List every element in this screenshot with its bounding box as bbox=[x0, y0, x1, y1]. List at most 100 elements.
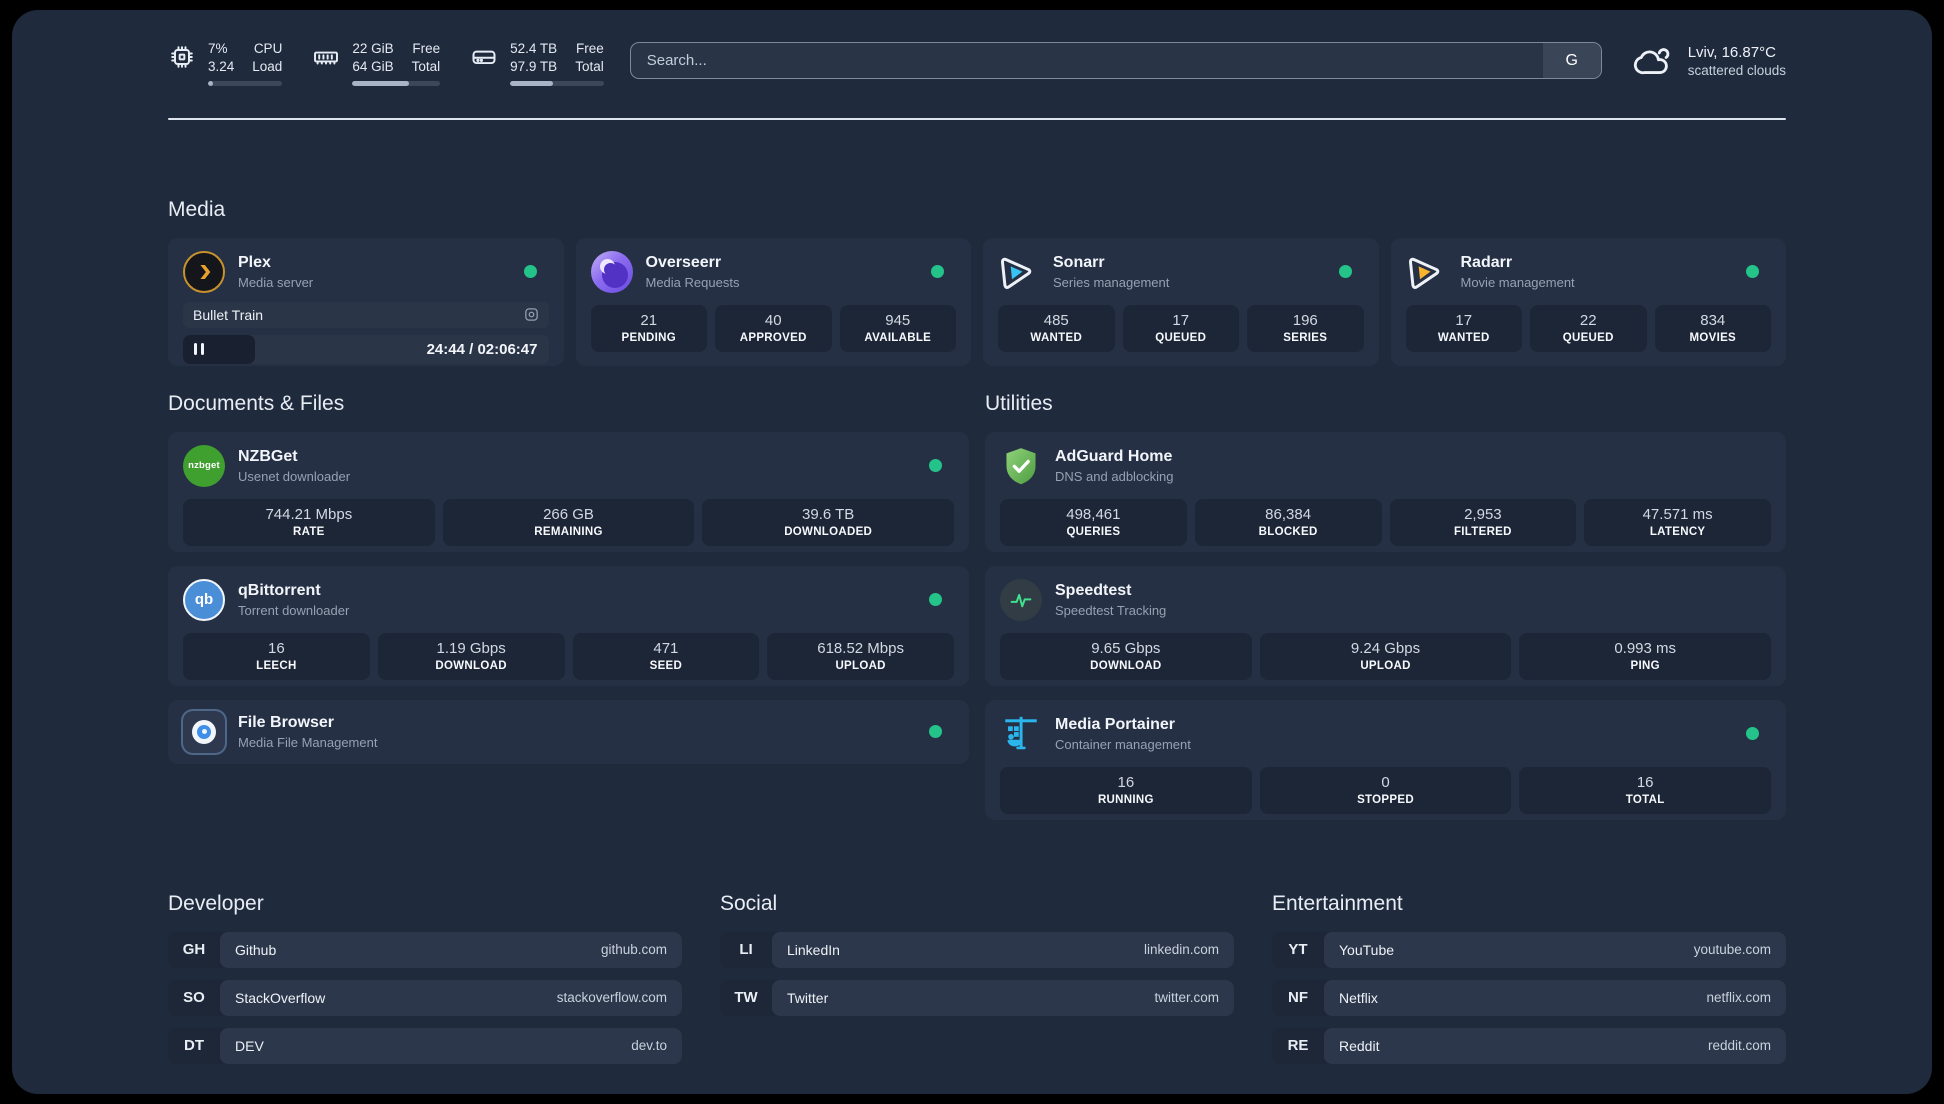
status-dot-online bbox=[929, 593, 942, 607]
bookmark-abbr: TW bbox=[734, 989, 758, 1007]
bookmark-abbr: SO bbox=[183, 989, 205, 1007]
qbittorrent-icon: qb bbox=[183, 578, 225, 621]
bookmark-url: netflix.com bbox=[1706, 990, 1771, 1006]
bookmark-column-social: Social LI LinkedIn linkedin.com TW Twitt… bbox=[720, 892, 1234, 1064]
bookmark-url: reddit.com bbox=[1707, 1038, 1771, 1054]
bookmark-reddit[interactable]: RE Reddit reddit.com bbox=[1272, 1027, 1786, 1064]
nzbget-icon: nzbget bbox=[183, 444, 225, 487]
cloud-icon bbox=[1632, 40, 1674, 82]
app-card-nzbget[interactable]: nzbget NZBGet Usenet downloader 744.21 M… bbox=[168, 431, 969, 552]
app-desc: Movie management bbox=[1460, 275, 1575, 291]
stat-approved: 40 APPROVED bbox=[715, 304, 832, 352]
bookmark-abbr: YT bbox=[1288, 941, 1308, 959]
weather-condition: scattered clouds bbox=[1687, 63, 1786, 78]
portainer-icon bbox=[1000, 713, 1042, 755]
app-name: AdGuard Home bbox=[1055, 448, 1173, 466]
cpu-values: 7% 3.24 bbox=[208, 41, 235, 74]
app-desc: Usenet downloader bbox=[238, 469, 351, 485]
bookmark-name: Github bbox=[235, 941, 277, 958]
disk-labels: Free Total bbox=[575, 41, 604, 74]
search-bar: G bbox=[629, 42, 1602, 79]
stat-blocked: 86,384 BLOCKED bbox=[1194, 498, 1382, 546]
plex-playback-progress: 24:44 / 02:06:47 bbox=[183, 334, 549, 364]
dashboard-panel: 7% 3.24 CPU Load 22 GiB 64 GiB Free Tota… bbox=[12, 10, 1932, 1094]
documents-column: Documents & Files nzbget NZBGet Usenet d… bbox=[168, 392, 969, 820]
app-desc: Torrent downloader bbox=[238, 603, 350, 619]
bookmark-github[interactable]: GH Github github.com bbox=[168, 931, 682, 968]
bookmark-youtube[interactable]: YT YouTube youtube.com bbox=[1272, 931, 1786, 968]
weather-location-temp: Lviv, 16.87°C bbox=[1687, 44, 1776, 61]
app-name: NZBGet bbox=[238, 448, 298, 466]
status-dot-online bbox=[1746, 265, 1759, 279]
bookmark-stackoverflow[interactable]: SO StackOverflow stackoverflow.com bbox=[168, 979, 682, 1016]
app-card-sonarr[interactable]: Sonarr Series management 485 WANTED 17 Q… bbox=[983, 237, 1379, 366]
bookmark-abbr: NF bbox=[1288, 989, 1308, 1007]
bookmark-linkedin[interactable]: LI LinkedIn linkedin.com bbox=[720, 931, 1234, 968]
app-name: Radarr bbox=[1460, 254, 1513, 272]
bookmark-dev[interactable]: DT DEV dev.to bbox=[168, 1027, 682, 1064]
media-grid: Plex Media server Bullet Train 24:44 / 0… bbox=[168, 237, 1786, 366]
stat-download: 9.65 Gbps DOWNLOAD bbox=[1000, 632, 1252, 680]
search-input[interactable] bbox=[630, 43, 1543, 78]
status-dot-online bbox=[931, 265, 944, 279]
app-name: Sonarr bbox=[1053, 254, 1105, 272]
plex-session-row: Bullet Train bbox=[183, 301, 549, 328]
app-name: qBittorrent bbox=[238, 582, 321, 600]
stat-queued: 22 QUEUED bbox=[1530, 304, 1647, 352]
stat-queued: 17 QUEUED bbox=[1122, 304, 1239, 352]
bookmark-name: Reddit bbox=[1339, 1037, 1380, 1054]
pause-icon[interactable] bbox=[194, 343, 204, 356]
app-card-filebrowser[interactable]: File Browser Media File Management bbox=[168, 699, 969, 764]
weather-widget[interactable]: Lviv, 16.87°C scattered clouds bbox=[1632, 40, 1786, 82]
bookmark-name: Netflix bbox=[1339, 989, 1378, 1006]
bookmark-abbr: RE bbox=[1287, 1037, 1309, 1055]
app-card-radarr[interactable]: Radarr Movie management 17 WANTED 22 QUE… bbox=[1390, 237, 1786, 366]
bookmark-url: stackoverflow.com bbox=[556, 990, 667, 1006]
bookmark-name: StackOverflow bbox=[235, 989, 326, 1006]
cpu-icon bbox=[168, 43, 196, 71]
bookmark-netflix[interactable]: NF Netflix netflix.com bbox=[1272, 979, 1786, 1016]
cpu-stat: 7% 3.24 CPU Load bbox=[168, 40, 283, 86]
app-name: Plex bbox=[238, 254, 271, 272]
app-card-adguard[interactable]: AdGuard Home DNS and adblocking 498,461 … bbox=[985, 431, 1786, 552]
bookmark-name: DEV bbox=[235, 1037, 264, 1054]
app-card-speedtest[interactable]: Speedtest Speedtest Tracking 9.65 Gbps D… bbox=[985, 565, 1786, 686]
app-desc: Media Requests bbox=[645, 275, 740, 291]
bookmark-twitter[interactable]: TW Twitter twitter.com bbox=[720, 979, 1234, 1016]
stat-upload: 9.24 Gbps UPLOAD bbox=[1259, 632, 1512, 680]
radarr-icon bbox=[1406, 251, 1448, 293]
app-card-plex[interactable]: Plex Media server Bullet Train 24:44 / 0… bbox=[168, 237, 564, 366]
bookmarks-area: Developer GH Github github.com SO StackO… bbox=[168, 892, 1786, 1064]
bookmark-url: youtube.com bbox=[1693, 942, 1771, 958]
bookmark-abbr: LI bbox=[739, 941, 753, 959]
system-stats: 7% 3.24 CPU Load 22 GiB 64 GiB Free Tota… bbox=[168, 40, 604, 86]
bookmark-column-developer: Developer GH Github github.com SO StackO… bbox=[168, 892, 682, 1064]
memory-stat: 22 GiB 64 GiB Free Total bbox=[312, 40, 441, 86]
session-device-icon bbox=[523, 306, 540, 323]
bookmark-url: twitter.com bbox=[1154, 990, 1219, 1006]
section-heading-developer: Developer bbox=[168, 891, 264, 915]
session-title: Bullet Train bbox=[193, 306, 264, 323]
app-card-portainer[interactable]: Media Portainer Container management 16 … bbox=[985, 699, 1786, 820]
cpu-labels: CPU Load bbox=[252, 41, 283, 74]
session-time: 24:44 / 02:06:47 bbox=[426, 340, 538, 358]
memory-progress-bar bbox=[352, 80, 441, 86]
app-desc: Series management bbox=[1053, 275, 1170, 291]
stat-latency: 47.571 ms LATENCY bbox=[1584, 498, 1771, 546]
bookmark-name: YouTube bbox=[1339, 941, 1395, 958]
memory-values: 22 GiB 64 GiB bbox=[352, 41, 394, 74]
app-card-overseerr[interactable]: Overseerr Media Requests 21 PENDING 40 A… bbox=[575, 237, 971, 366]
memory-labels: Free Total bbox=[411, 41, 441, 74]
app-name: File Browser bbox=[238, 714, 335, 732]
stat-wanted: 17 WANTED bbox=[1405, 304, 1522, 352]
search-engine-button[interactable]: G bbox=[1542, 43, 1601, 78]
bookmark-name: LinkedIn bbox=[787, 941, 840, 958]
app-card-qbittorrent[interactable]: qb qBittorrent Torrent downloader 16 LEE… bbox=[168, 565, 969, 686]
status-dot-online bbox=[523, 265, 537, 279]
stat-series: 196 SERIES bbox=[1247, 304, 1364, 352]
status-dot-online bbox=[929, 459, 942, 473]
disk-values: 52.4 TB 97.9 TB bbox=[510, 41, 558, 74]
plex-icon bbox=[183, 250, 225, 293]
stat-stopped: 0 STOPPED bbox=[1259, 766, 1512, 814]
app-desc: Speedtest Tracking bbox=[1055, 603, 1167, 619]
